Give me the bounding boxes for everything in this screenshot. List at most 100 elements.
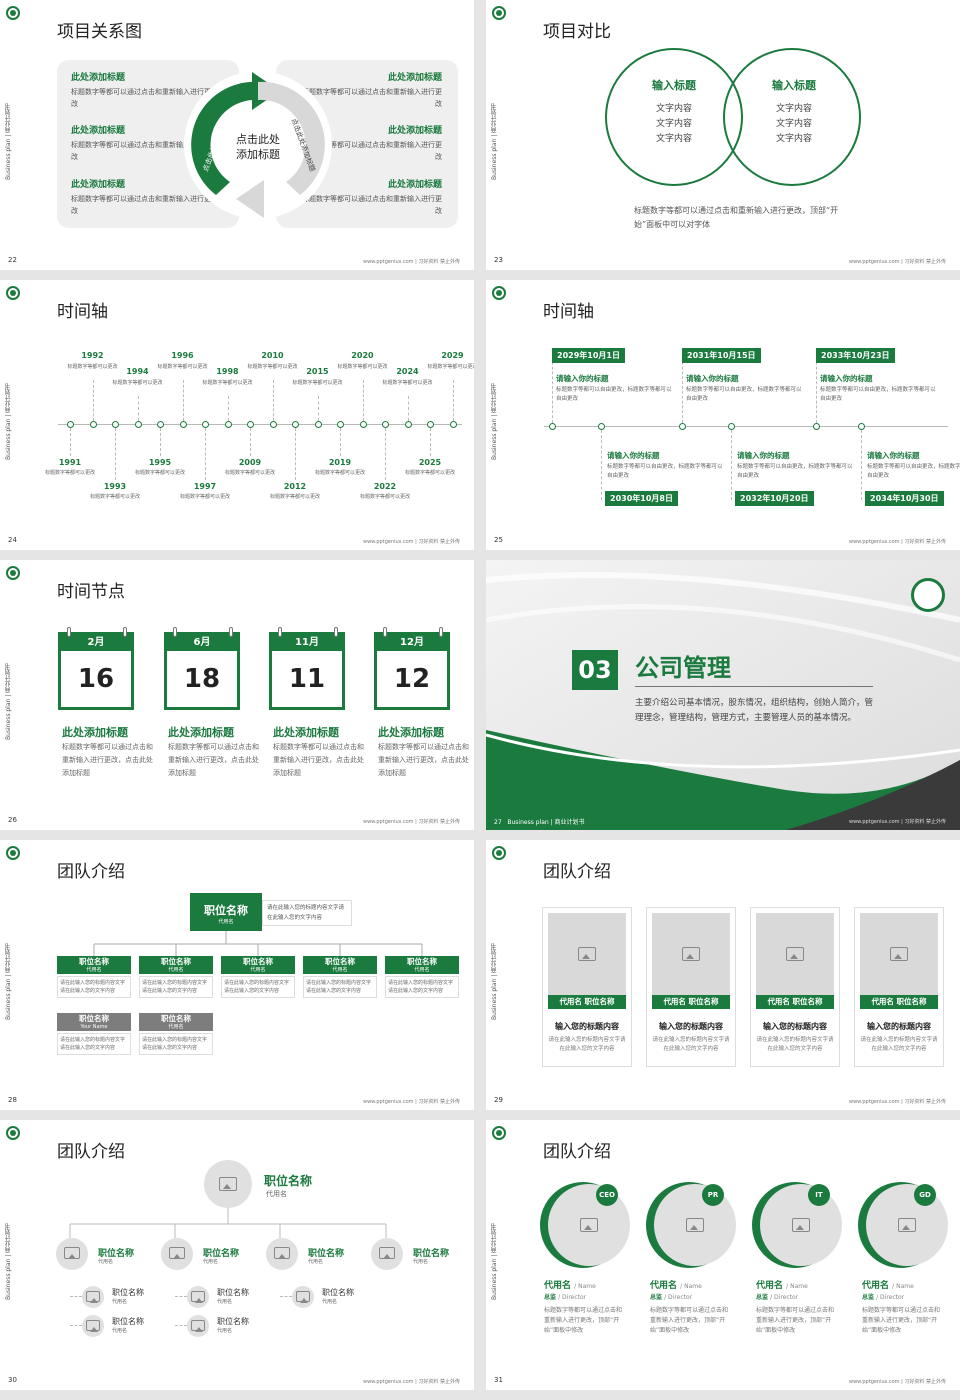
vertical-label: Business plan | 商业计划书	[5, 382, 12, 460]
slide-30[interactable]: Business plan | 商业计划书 团队介绍 职位名称 代用名 职位名称…	[0, 1120, 474, 1390]
image-icon	[219, 1177, 237, 1191]
slide-23[interactable]: Business plan | 商业计划书 项目对比 输入标题 输入标题 文字内…	[486, 0, 960, 270]
footer: www.pptgenius.com | 习好资料 禁止外传	[362, 1379, 460, 1385]
logo-icon	[492, 846, 506, 860]
card-name-bar: 代用名 职位名称	[860, 995, 938, 1009]
timeline-year: 2019	[328, 458, 352, 467]
date-label: 2029年10月1日	[552, 348, 625, 363]
slide-24[interactable]: Business plan | 商业计划书 时间轴 1991 标题数字等都可以更改…	[0, 280, 474, 550]
timeline-connector	[452, 380, 454, 421]
org-box-name: 职位名称	[161, 957, 191, 966]
profile-name: 代用名 / Name	[756, 1278, 808, 1291]
photo-placeholder	[860, 913, 938, 995]
profile-role: 总监 / Director	[650, 1292, 692, 1301]
org-box-desc: 请在此输入您的标题内容文字请在此输入您的文字内容	[385, 976, 459, 998]
timeline-year: 2025	[418, 458, 442, 467]
slide-22[interactable]: Business plan | 商业计划书 项目关系图 此处添加标题 标题数字等都…	[0, 0, 474, 270]
page-number: 26	[8, 816, 17, 824]
image-icon	[274, 1247, 290, 1259]
timeline-year: 1994	[126, 367, 149, 376]
avatar-small	[82, 1286, 104, 1308]
profile-name-en: / Name	[786, 1283, 808, 1290]
milestone-title: 请输入你的标题	[820, 374, 873, 383]
image-icon	[296, 1291, 310, 1303]
calendar-month: 12月	[377, 635, 447, 651]
timeline-desc: 标题数字等都可以更改	[90, 494, 141, 500]
right-circle-line-1: 文字内容	[775, 104, 812, 114]
profile-name: 代用名 / Name	[650, 1278, 702, 1291]
timeline-node	[292, 421, 299, 428]
org-connectors	[93, 931, 423, 956]
card-text: 请在此输入您的标题内容文字请在此输入您的文字内容	[548, 1037, 626, 1052]
timeline-node	[427, 421, 434, 428]
profile-name-en: / Name	[892, 1283, 914, 1290]
slide-29[interactable]: Business plan | 商业计划书 团队介绍 代用名 职位名称 输入您的标…	[486, 840, 960, 1110]
timeline-node	[858, 423, 865, 430]
page-number: 31	[494, 1376, 503, 1384]
timeline-desc: 标题数字等都可以更改	[157, 364, 208, 370]
sub-node-sub: 代用名	[112, 1328, 128, 1334]
slide-31[interactable]: Business plan | 商业计划书 团队介绍 CEO 代用名 / Name…	[486, 1120, 960, 1390]
description: 标题数字等都可以通过点击和重新输入进行更改，顶部“开始”面板中可以对字体	[634, 206, 839, 229]
sub-node-name: 职位名称	[112, 1317, 144, 1326]
timeline-desc: 标题数字等都可以更改	[427, 364, 475, 370]
left-circle-title: 输入标题	[652, 79, 696, 92]
org-box-sub: 代用名	[414, 967, 430, 973]
sub-connector	[70, 1325, 82, 1326]
timeline-year: 2015	[306, 367, 329, 376]
timeline-node	[179, 421, 187, 428]
calendar-day: 11	[288, 664, 326, 694]
avatar	[56, 1238, 88, 1270]
image-icon	[682, 947, 700, 961]
timeline-connector	[70, 428, 71, 456]
timeline-connector	[340, 428, 341, 456]
sub-connector	[175, 1296, 187, 1297]
logo-icon	[6, 6, 20, 20]
image-icon	[580, 1218, 598, 1232]
avatar	[266, 1238, 298, 1270]
right-circle-title: 输入标题	[772, 79, 816, 92]
logo-icon	[492, 286, 506, 300]
timeline-year: 2024	[396, 367, 419, 376]
profile-role-en: / Director	[664, 1294, 693, 1301]
page-number: 30	[8, 1376, 17, 1384]
profile-name: 代用名 / Name	[862, 1278, 914, 1291]
page-number: 28	[8, 1096, 17, 1104]
right-circle-line-2: 文字内容	[775, 119, 812, 129]
timeline-node	[202, 421, 209, 428]
slide-28[interactable]: Business plan | 商业计划书 团队介绍 职位名称 代用名 请在此输入…	[0, 840, 474, 1110]
left-circle-line-1: 文字内容	[655, 104, 692, 114]
calendar-card-3: 11月 11	[269, 627, 345, 710]
logo-icon	[6, 286, 20, 300]
org-box: 职位名称 代用名	[385, 956, 459, 974]
timeline-connector	[250, 428, 251, 456]
org-box-name: 职位名称	[161, 1014, 191, 1023]
vertical-label: Business plan | 商业计划书	[5, 662, 12, 740]
timeline-connector	[861, 430, 862, 500]
slide-27[interactable]: 03 公司管理 主要介绍公司基本情况，股东情况，组织结构，创始人简介，管理理念，…	[486, 560, 960, 830]
profile-name-text: 代用名	[862, 1281, 890, 1291]
milestone-title: 请输入你的标题	[556, 374, 609, 383]
timeline-desc: 标题数字等都可以更改	[315, 470, 366, 476]
card-title: 此处添加标题	[273, 726, 339, 739]
slide-title: 项目关系图	[57, 22, 142, 42]
image-icon	[686, 1218, 704, 1232]
org-box-desc: 请在此输入您的标题内容文字请在此输入您的文字内容	[139, 976, 213, 998]
timeline-year: 1991	[58, 458, 82, 467]
profile-role-en: / Director	[558, 1294, 587, 1301]
page-number: 29	[494, 1096, 503, 1104]
photo-placeholder	[652, 913, 730, 995]
timeline-desc: 标题数字等都可以更改	[405, 470, 456, 476]
slide-25[interactable]: Business plan | 商业计划书 时间轴 2029年10月1日 请输入你…	[486, 280, 960, 550]
profile-role-en: / Director	[876, 1294, 905, 1301]
sub-connector	[70, 1296, 82, 1297]
cycle-center-text: 点击此处 添加标题	[236, 133, 280, 161]
section-footer-left: 27 Business plan | 商业计划书	[494, 819, 585, 826]
team-card: 代用名 职位名称 输入您的标题内容 请在此输入您的标题内容文字请在此输入您的文字内容	[854, 907, 944, 1067]
role-badge: CEO	[596, 1184, 618, 1206]
timeline-node	[134, 421, 142, 428]
page-number: 23	[494, 256, 503, 264]
slide-26[interactable]: Business plan | 商业计划书 时间节点 2月 16 6月 18 1…	[0, 560, 474, 830]
footer: www.pptgenius.com | 习好资料 禁止外传	[362, 259, 460, 265]
card-text: 标题数字等都可以通过点击和重新输入进行更改，点击此处添加标题	[62, 743, 153, 777]
